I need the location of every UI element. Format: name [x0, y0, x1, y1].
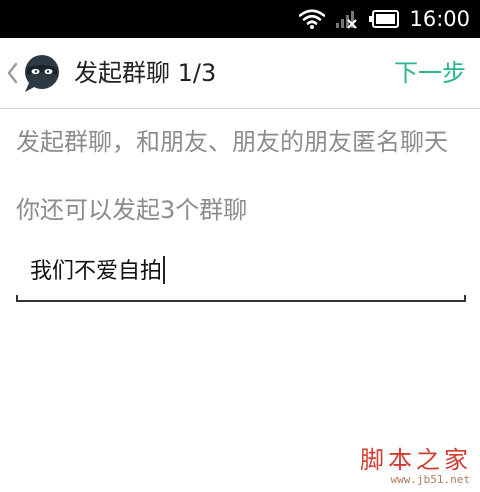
text-caret: [163, 256, 165, 284]
input-underline: [16, 295, 466, 302]
watermark-url: www.jb51.net: [390, 473, 470, 486]
masked-chat-logo[interactable]: [22, 53, 62, 93]
wifi-icon: [299, 9, 326, 29]
watermark-text: 脚本之家: [360, 446, 472, 474]
remaining-quota-text: 你还可以发起3个群聊: [16, 196, 248, 224]
action-bar: 发起群聊 1/3 下一步: [0, 38, 480, 109]
battery-icon: [369, 10, 400, 28]
watermark: 脚本之家 www.jb51.net: [348, 440, 472, 486]
status-bar: 16:00: [0, 0, 480, 38]
screen: 16:00 发起群聊 1/3 下一步 发起群聊，和朋友、朋友的朋友匿名聊天 你还…: [0, 0, 480, 492]
page-title: 发起群聊 1/3: [74, 59, 217, 87]
chevron-left-icon[interactable]: [4, 60, 20, 86]
group-name-value: 我们不爱自拍: [30, 256, 165, 288]
next-step-button[interactable]: 下一步: [394, 57, 466, 89]
signal-icon: [335, 9, 359, 29]
intro-text: 发起群聊，和朋友、朋友的朋友匿名聊天: [16, 128, 448, 156]
group-name-input[interactable]: 我们不爱自拍: [16, 250, 466, 302]
clock: 16:00: [409, 7, 470, 31]
